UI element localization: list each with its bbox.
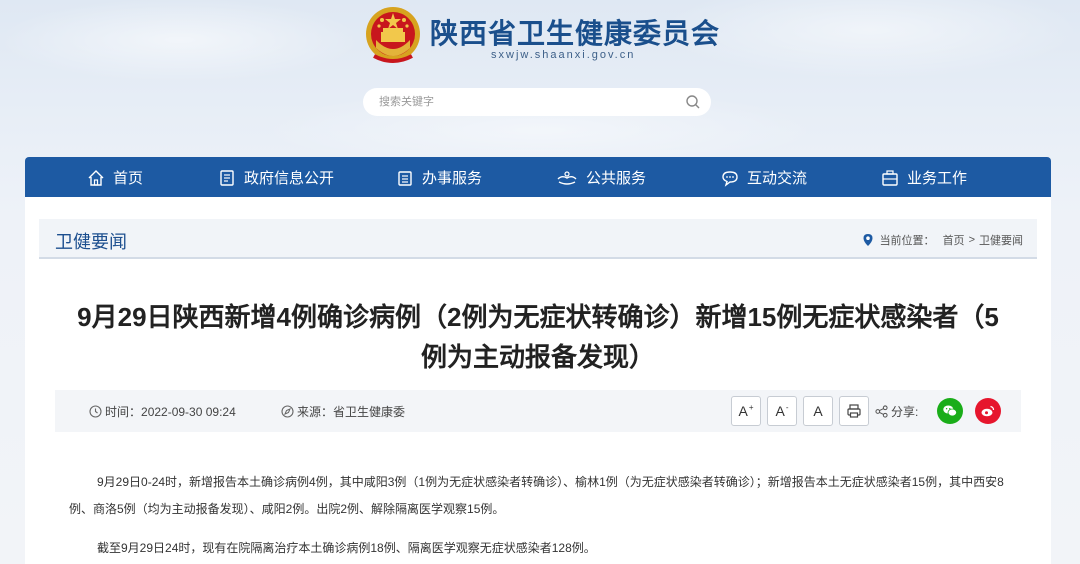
font-increase-button[interactable]: A + <box>731 396 761 426</box>
wechat-icon <box>943 405 958 417</box>
article-source: 来源： 省卫生健康委 <box>281 403 405 420</box>
nav-item-gov-info[interactable]: 政府信息公开 <box>218 167 334 188</box>
source-label: 来源： <box>297 405 334 419</box>
national-emblem-logo[interactable] <box>362 4 424 68</box>
share-wechat-button[interactable] <box>937 398 963 424</box>
plus-sign: + <box>748 402 754 412</box>
hands-icon <box>557 170 577 185</box>
site-title: 陕西省卫生健康委员会 <box>430 17 721 50</box>
nav-item-public-services[interactable]: 公共服务 <box>556 167 646 188</box>
source-value: 省卫生健康委 <box>333 405 406 419</box>
article-title: 9月29日陕西新增4例确诊病例（2例为无症状转确诊）新增15例无症状感染者（5例… <box>77 302 999 372</box>
chat-icon <box>722 170 738 187</box>
share-icon <box>875 405 888 418</box>
article-meta-bar: 时间： 2022-09-30 09:24 来源： 省卫生健康委 A + A- A … <box>55 390 1021 432</box>
nav-item-interaction[interactable]: 互动交流 <box>721 167 807 188</box>
compass-icon <box>281 405 294 418</box>
font-decrease-button[interactable]: A- <box>767 396 797 426</box>
location-pin-icon <box>863 234 873 246</box>
search-icon[interactable] <box>685 94 701 110</box>
document-list-icon <box>220 169 234 186</box>
weibo-icon <box>981 405 995 417</box>
printer-icon <box>847 404 861 418</box>
section-header: 卫健要闻 当前位置： 首页 > 卫健要闻 <box>39 219 1037 259</box>
nav-label: 政府信息公开 <box>244 170 335 187</box>
nav-label: 业务工作 <box>907 170 968 187</box>
time-label: 时间： <box>105 405 142 419</box>
font-reset-button[interactable]: A <box>803 396 833 426</box>
nav-label: 首页 <box>113 170 144 187</box>
share-weibo-button[interactable] <box>975 398 1001 424</box>
article-paragraph: 9月29日0-24时，新增报告本土确诊病例4例，其中咸阳3例（1例为无症状感染者… <box>69 475 1004 516</box>
nav-item-services[interactable]: 办事服务 <box>396 167 482 188</box>
clipboard-icon <box>398 170 412 186</box>
font-increase-label: A <box>738 403 748 419</box>
nav-item-business[interactable]: 业务工作 <box>881 167 967 188</box>
nav-label: 办事服务 <box>422 170 483 187</box>
content-panel: 卫健要闻 当前位置： 首页 > 卫健要闻 9月29日陕西新增4例确诊病例（2例为… <box>25 197 1051 564</box>
font-reset-label: A <box>813 403 823 419</box>
print-button[interactable] <box>839 396 869 426</box>
font-decrease-label: A <box>775 403 785 419</box>
minus-sign: - <box>785 402 789 412</box>
article-paragraph: 截至9月29日24时，现有在院隔离治疗本土确诊病例18例、隔离医学观察无症状感染… <box>97 541 596 555</box>
breadcrumb: 当前位置： 首页 > 卫健要闻 <box>862 232 1023 248</box>
publish-time: 时间： 2022-09-30 09:24 <box>89 403 236 420</box>
section-title: 卫健要闻 <box>55 232 127 252</box>
share-label: 分享: <box>891 405 919 419</box>
breadcrumb-current-link[interactable]: 卫健要闻 <box>979 232 1023 248</box>
site-domain: sxwjw.shaanxi.gov.cn <box>491 49 636 61</box>
nav-label: 互动交流 <box>747 170 808 187</box>
breadcrumb-home-link[interactable]: 首页 <box>943 232 965 248</box>
search-input[interactable] <box>379 94 669 110</box>
main-nav: 首页 政府信息公开 办事服务 公共服务 互动交流 业务工作 <box>25 157 1051 197</box>
nav-item-home[interactable]: 首页 <box>87 167 143 188</box>
nav-label: 公共服务 <box>586 170 647 187</box>
share-section: 分享: <box>875 403 918 420</box>
time-value: 2022-09-30 09:24 <box>141 404 236 419</box>
briefcase-icon <box>882 169 898 186</box>
search-box <box>363 88 711 116</box>
site-header: 陕西省卫生健康委员会 sxwjw.shaanxi.gov.cn <box>0 0 1080 150</box>
clock-icon <box>89 405 102 418</box>
home-icon <box>88 169 104 186</box>
location-label: 当前位置： <box>879 235 935 247</box>
breadcrumb-separator: > <box>968 234 975 246</box>
